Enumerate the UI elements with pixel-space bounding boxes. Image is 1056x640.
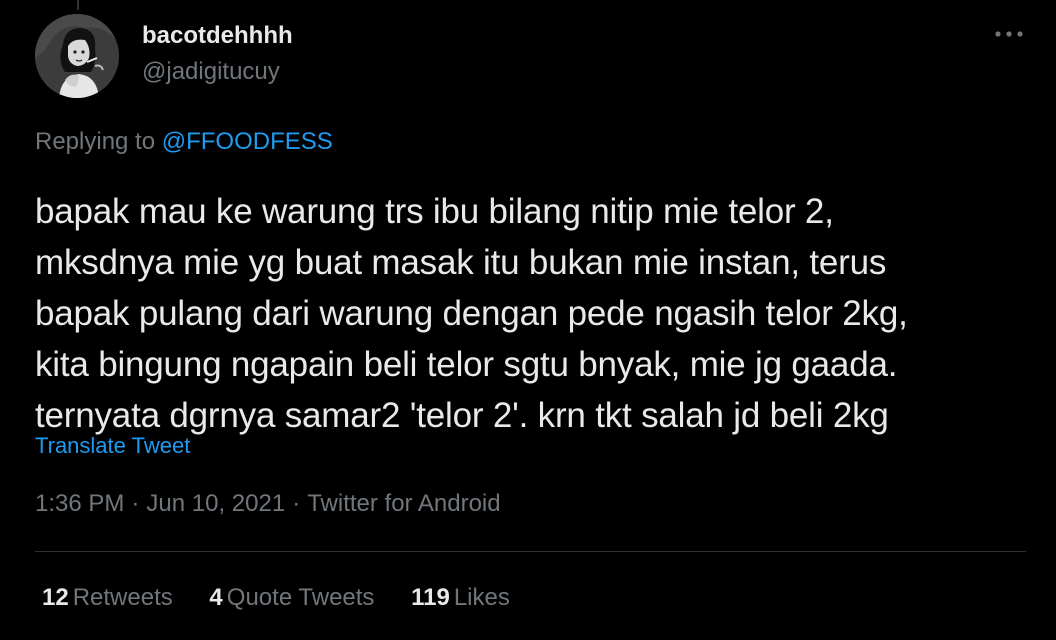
quote-tweets-stat[interactable]: 4 Quote Tweets [209,584,374,612]
tweet-text: bapak mau ke warung trs ibu bilang nitip… [35,192,908,435]
tweet-client-link[interactable]: Twitter for Android [307,490,500,517]
divider [35,551,1026,552]
quote-tweets-label: Quote Tweets [226,584,375,611]
translate-tweet-link[interactable]: Translate Tweet [35,433,190,459]
reply-context: Replying to @FFOODFESS [35,128,333,156]
avatar[interactable] [35,14,119,98]
reply-mention-link[interactable]: @FFOODFESS [162,128,333,155]
retweets-label: Retweets [72,584,173,611]
quote-tweets-count: 4 [209,584,223,611]
retweets-count: 12 [42,584,69,611]
retweets-stat[interactable]: 12 Retweets [42,584,173,612]
engagement-stats: 12 Retweets 4 Quote Tweets 119 Likes [42,584,540,612]
tweet-time[interactable]: 1:36 PM [35,490,124,517]
thread-connector-line [77,0,79,10]
more-horizontal-icon [995,31,1023,37]
likes-label: Likes [453,584,510,611]
likes-count: 119 [411,584,450,611]
author-handle[interactable]: @jadigitucuy [142,58,280,86]
tweet-meta: 1:36 PM · Jun 10, 2021 · Twitter for Android [35,490,501,518]
meta-separator: · [292,490,301,517]
meta-separator: · [131,490,140,517]
reply-context-prefix: Replying to [35,128,162,155]
tweet-date[interactable]: Jun 10, 2021 [146,490,285,517]
author-display-name[interactable]: bacotdehhhh [142,22,293,50]
tweet-header: bacotdehhhh @jadigitucuy [35,14,1026,100]
avatar-illustration-icon [35,14,119,98]
likes-stat[interactable]: 119 Likes [411,584,510,612]
more-options-button[interactable] [992,22,1026,46]
